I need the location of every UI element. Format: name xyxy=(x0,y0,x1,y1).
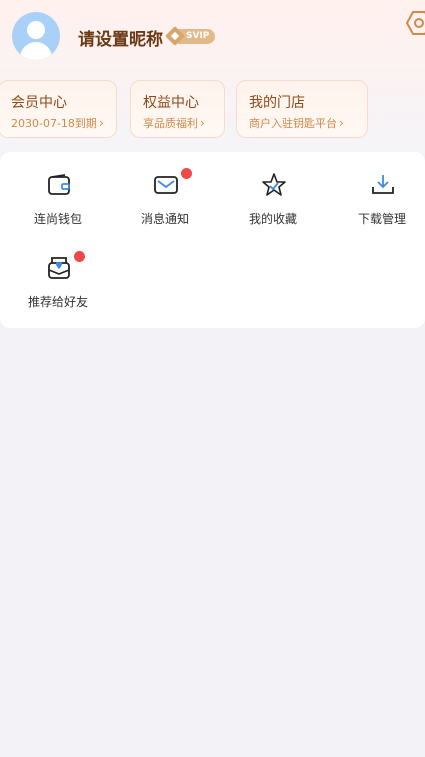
card-member-center[interactable]: 会员中心 2030-07-18到期 › xyxy=(0,80,117,138)
chevron-right-icon: › xyxy=(339,116,344,130)
grid-item-recommend[interactable]: 推荐给好友 xyxy=(6,235,110,309)
card-subtitle: 享品质福利 › xyxy=(143,116,205,130)
settings-icon[interactable] xyxy=(406,10,425,36)
profile-header: 请设置昵称 SVIP 会员中心 2030-07-18到期 › 权益中心 享品质福利… xyxy=(0,0,425,160)
grid-item-downloads[interactable]: 下载管理 xyxy=(330,152,425,226)
card-subtitle: 2030-07-18到期 › xyxy=(11,116,104,130)
card-my-store[interactable]: 我的门店 商户入驻钥匙平台 › xyxy=(236,80,368,138)
card-subtitle: 商户入驻钥匙平台 › xyxy=(249,116,344,130)
function-grid: 连尚钱包 消息通知 我的收藏 下载管理 推荐给好友 xyxy=(0,152,425,328)
grid-item-favorites[interactable]: 我的收藏 xyxy=(221,152,325,226)
notification-dot xyxy=(181,168,192,179)
avatar-body xyxy=(20,42,52,60)
card-benefits-center[interactable]: 权益中心 享品质福利 › xyxy=(130,80,225,138)
avatar-head xyxy=(27,21,45,39)
share-envelope-icon xyxy=(48,257,70,279)
card-title: 会员中心 xyxy=(11,95,67,111)
svip-badge[interactable]: SVIP xyxy=(165,26,216,46)
wallet-icon xyxy=(48,174,70,195)
card-title: 我的门店 xyxy=(249,95,305,111)
grid-item-messages[interactable]: 消息通知 xyxy=(113,152,217,226)
grid-item-wallet[interactable]: 连尚钱包 xyxy=(6,152,110,226)
grid-label: 连尚钱包 xyxy=(33,212,82,226)
download-icon xyxy=(372,175,394,194)
grid-label: 下载管理 xyxy=(357,212,406,226)
chevron-right-icon: › xyxy=(200,116,205,130)
grid-label: 消息通知 xyxy=(140,212,189,226)
card-title: 权益中心 xyxy=(143,95,199,111)
star-icon xyxy=(262,173,286,196)
avatar[interactable] xyxy=(12,12,60,60)
grid-label: 我的收藏 xyxy=(248,212,297,226)
notification-dot xyxy=(74,251,85,262)
nickname[interactable]: 请设置昵称 xyxy=(78,25,163,50)
chevron-right-icon: › xyxy=(98,116,104,130)
mail-icon xyxy=(154,176,178,194)
grid-label: 推荐给好友 xyxy=(27,295,88,309)
